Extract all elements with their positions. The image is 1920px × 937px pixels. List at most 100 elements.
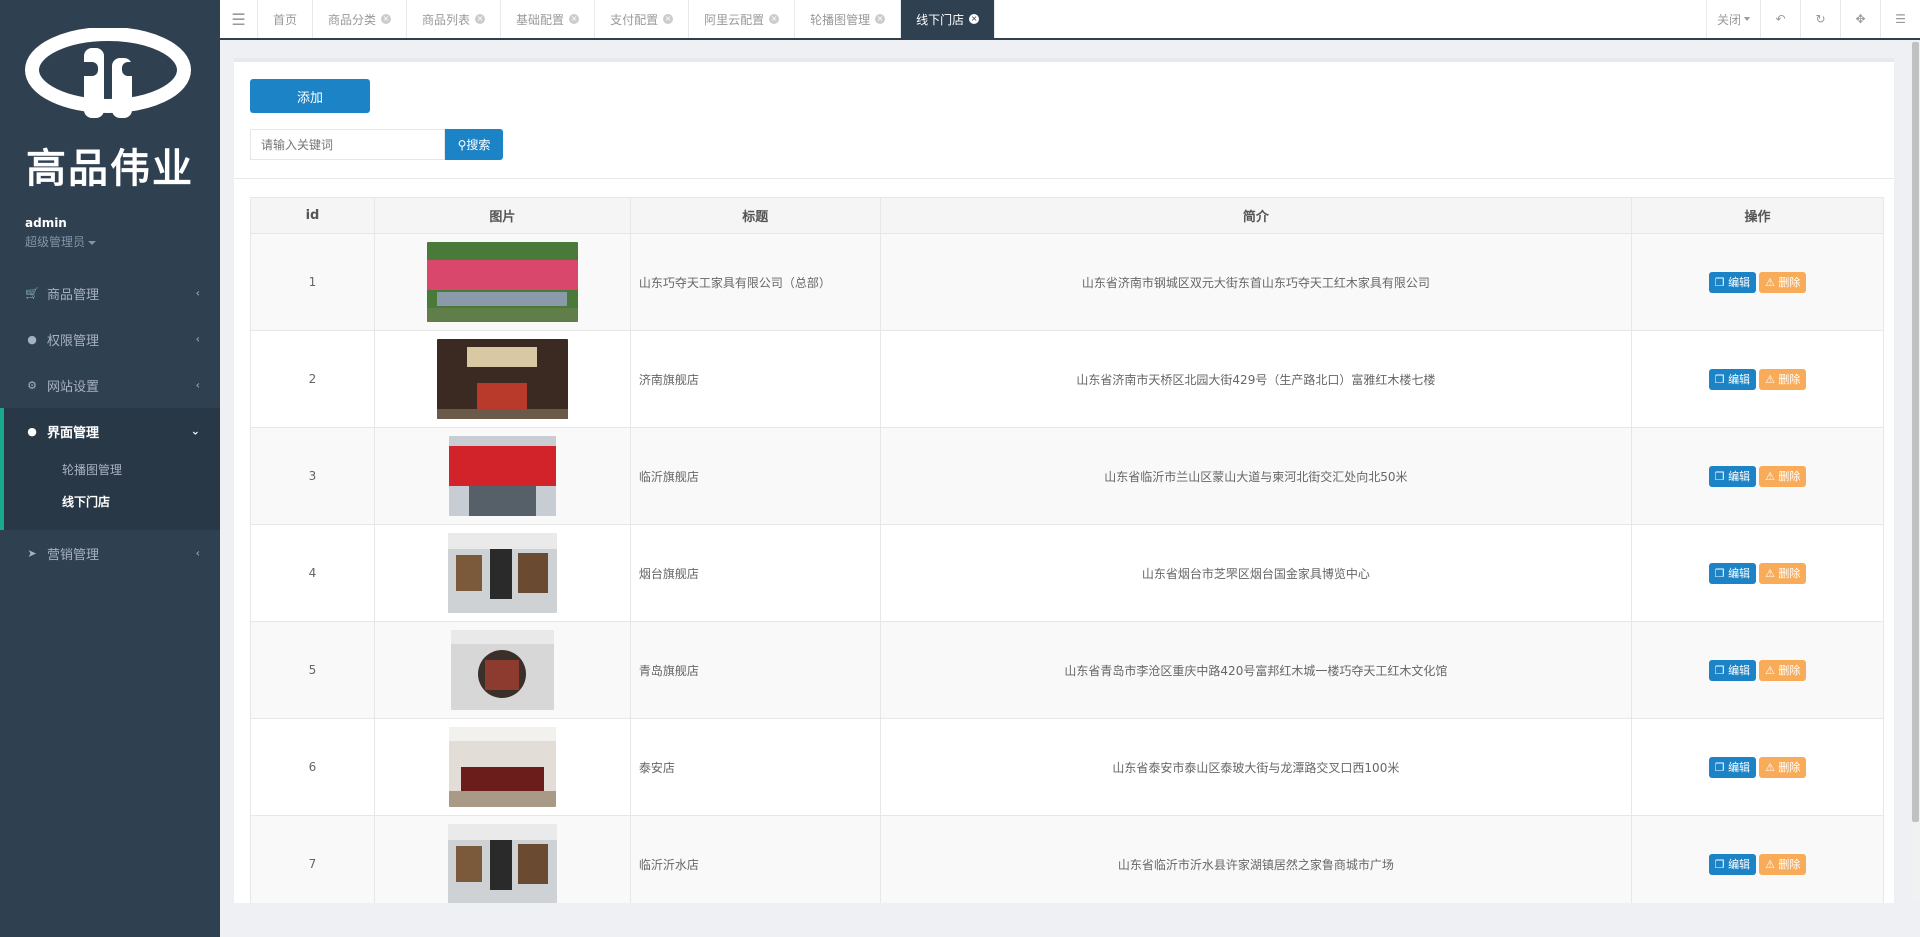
delete-label: 删除 bbox=[1778, 372, 1801, 386]
stores-table: id 图片 标题 简介 操作 1 山东巧夺天工家具有限公司（总部） 山东省济南市钢城… bbox=[250, 197, 1884, 903]
delete-label: 删除 bbox=[1778, 469, 1801, 483]
menu-toggle-button[interactable]: ☰ bbox=[220, 0, 258, 38]
tab-tools: 关闭 ↶ ↻ ✥ ☰ bbox=[1705, 0, 1920, 38]
tab-carousel[interactable]: 轮播图管理 × bbox=[795, 0, 902, 38]
user-profile[interactable]: admin 超级管理员 bbox=[25, 216, 97, 250]
table-header-row: id 图片 标题 简介 操作 bbox=[250, 197, 1884, 234]
edit-button[interactable]: ❐ 编辑 bbox=[1708, 853, 1757, 875]
edit-label: 编辑 bbox=[1728, 663, 1751, 677]
delete-button[interactable]: ⚠ 删除 bbox=[1759, 756, 1807, 778]
add-button[interactable]: 添加 bbox=[250, 79, 370, 113]
edit-button[interactable]: ❐ 编辑 bbox=[1708, 368, 1757, 390]
tab-list-button[interactable]: ☰ bbox=[1880, 0, 1920, 38]
chevron-left-icon: ‹ bbox=[195, 332, 200, 346]
sidebar-item-site-settings[interactable]: ⚙ 网站设置 ‹ bbox=[0, 362, 220, 408]
tab-goods-list[interactable]: 商品列表 × bbox=[407, 0, 502, 38]
close-tab-icon[interactable]: × bbox=[475, 14, 486, 24]
column-header-image: 图片 bbox=[373, 197, 631, 234]
edit-button[interactable]: ❐ 编辑 bbox=[1708, 756, 1757, 778]
edit-label: 编辑 bbox=[1728, 857, 1751, 871]
sidebar-item-permissions[interactable]: ● 权限管理 ‹ bbox=[0, 316, 220, 362]
cell-id: 4 bbox=[250, 524, 375, 622]
cell-image bbox=[373, 330, 631, 428]
close-tab-icon[interactable]: × bbox=[663, 14, 674, 24]
cell-image bbox=[373, 524, 631, 622]
store-thumbnail bbox=[447, 824, 557, 903]
tab-stores[interactable]: 线下门店 × bbox=[901, 0, 996, 38]
delete-button[interactable]: ⚠ 删除 bbox=[1759, 562, 1807, 584]
table-row: 5 青岛旗舰店 山东省青岛市李沧区重庆中路420号富邦红木城一楼巧夺天工红木文化馆 ❐… bbox=[250, 621, 1884, 719]
scrollbar-thumb[interactable] bbox=[1912, 42, 1919, 822]
submenu-interface: 轮播图管理 线下门店 bbox=[4, 454, 220, 530]
tab-home[interactable]: 首页 bbox=[258, 0, 314, 38]
delete-button[interactable]: ⚠ 删除 bbox=[1759, 465, 1807, 487]
refresh-button[interactable]: ↻ bbox=[1800, 0, 1840, 38]
store-thumbnail bbox=[426, 242, 578, 322]
edit-button[interactable]: ❐ 编辑 bbox=[1708, 465, 1757, 487]
chevron-left-icon: ‹ bbox=[195, 546, 200, 560]
warning-icon: ⚠ bbox=[1765, 760, 1779, 774]
sidebar-item-marketing[interactable]: ➤ 营销管理 ‹ bbox=[0, 530, 220, 576]
edit-label: 编辑 bbox=[1728, 372, 1751, 386]
sidebar-item-label: 权限管理 bbox=[47, 333, 100, 349]
refresh-icon: ↻ bbox=[1815, 12, 1826, 26]
close-tab-icon[interactable]: × bbox=[769, 14, 780, 24]
scrollbar[interactable] bbox=[1911, 40, 1920, 900]
user-role-dropdown[interactable]: 超级管理员 bbox=[25, 233, 97, 250]
cell-title: 山东巧夺天工家具有限公司（总部） bbox=[629, 233, 881, 331]
tab-label: 阿里云配置 bbox=[704, 12, 765, 27]
cell-actions: ❐ 编辑 ⚠ 删除 bbox=[1631, 621, 1884, 719]
warning-icon: ⚠ bbox=[1765, 566, 1779, 580]
column-header-desc: 简介 bbox=[879, 197, 1633, 234]
close-tab-icon[interactable]: × bbox=[875, 14, 886, 24]
tab-aliyun-config[interactable]: 阿里云配置 × bbox=[689, 0, 796, 38]
sidebar-item-label: 商品管理 bbox=[47, 287, 100, 303]
delete-label: 删除 bbox=[1778, 663, 1801, 677]
cell-id: 1 bbox=[250, 233, 375, 331]
sidebar-subitem-carousel[interactable]: 轮播图管理 bbox=[4, 454, 220, 486]
page-tabs: 首页 商品分类 × 商品列表 × 基础配置 × 支付配置 × 阿里云配置 × 轮播图管理 ×… bbox=[258, 0, 996, 38]
sidebar-subitem-stores[interactable]: 线下门店 bbox=[4, 486, 220, 518]
caret-down-icon bbox=[88, 240, 97, 245]
delete-button[interactable]: ⚠ 删除 bbox=[1759, 659, 1807, 681]
back-button[interactable]: ↶ bbox=[1760, 0, 1800, 38]
sidebar-item-interface[interactable]: ● 界面管理 ⌄ bbox=[4, 408, 220, 454]
cell-id: 2 bbox=[250, 330, 375, 428]
table-row: 4 烟台旗舰店 山东省烟台市芝罘区烟台国金家具博览中心 ❐ 编辑 ⚠ 删除 bbox=[250, 524, 1884, 622]
search-input[interactable] bbox=[250, 129, 445, 160]
search-button[interactable]: ⚲搜索 bbox=[445, 129, 503, 160]
delete-button[interactable]: ⚠ 删除 bbox=[1759, 368, 1807, 390]
edit-button[interactable]: ❐ 编辑 bbox=[1708, 659, 1757, 681]
undo-icon: ↶ bbox=[1775, 12, 1786, 26]
delete-button[interactable]: ⚠ 删除 bbox=[1759, 853, 1807, 875]
tab-basic-config[interactable]: 基础配置 × bbox=[501, 0, 596, 38]
sidebar-item-goods[interactable]: 🛒 商品管理 ‹ bbox=[0, 270, 220, 316]
cell-actions: ❐ 编辑 ⚠ 删除 bbox=[1631, 427, 1884, 525]
close-tab-icon[interactable]: × bbox=[381, 14, 392, 24]
column-header-title: 标题 bbox=[629, 197, 881, 234]
nav-group-site-settings: ⚙ 网站设置 ‹ bbox=[0, 362, 220, 408]
close-menu-button[interactable]: 关闭 bbox=[1705, 0, 1760, 38]
cell-actions: ❐ 编辑 ⚠ 删除 bbox=[1631, 524, 1884, 622]
chevron-left-icon: ‹ bbox=[195, 378, 200, 392]
edit-button[interactable]: ❐ 编辑 bbox=[1708, 271, 1757, 293]
close-tab-icon[interactable]: × bbox=[569, 14, 580, 24]
close-menu-label: 关闭 bbox=[1716, 12, 1741, 27]
edit-label: 编辑 bbox=[1728, 275, 1751, 289]
cell-title: 临沂沂水店 bbox=[629, 815, 881, 903]
close-tab-icon[interactable]: × bbox=[969, 14, 980, 24]
tab-payment-config[interactable]: 支付配置 × bbox=[595, 0, 690, 38]
cell-desc: 山东省临沂市沂水县许家湖镇居然之家鲁商城市广场 bbox=[879, 815, 1633, 903]
fullscreen-button[interactable]: ✥ bbox=[1840, 0, 1880, 38]
list-icon: ☰ bbox=[1895, 12, 1906, 26]
warning-icon: ⚠ bbox=[1765, 663, 1779, 677]
tab-goods-category[interactable]: 商品分类 × bbox=[313, 0, 408, 38]
hamburger-icon: ☰ bbox=[231, 9, 246, 29]
cell-desc: 山东省烟台市芝罘区烟台国金家具博览中心 bbox=[879, 524, 1633, 622]
move-icon: ✥ bbox=[1855, 12, 1866, 26]
warning-icon: ⚠ bbox=[1765, 857, 1779, 871]
table-row: 1 山东巧夺天工家具有限公司（总部） 山东省济南市钢城区双元大街东首山东巧夺天工红木… bbox=[250, 233, 1884, 331]
delete-label: 删除 bbox=[1778, 857, 1801, 871]
delete-button[interactable]: ⚠ 删除 bbox=[1759, 271, 1807, 293]
edit-button[interactable]: ❐ 编辑 bbox=[1708, 562, 1757, 584]
